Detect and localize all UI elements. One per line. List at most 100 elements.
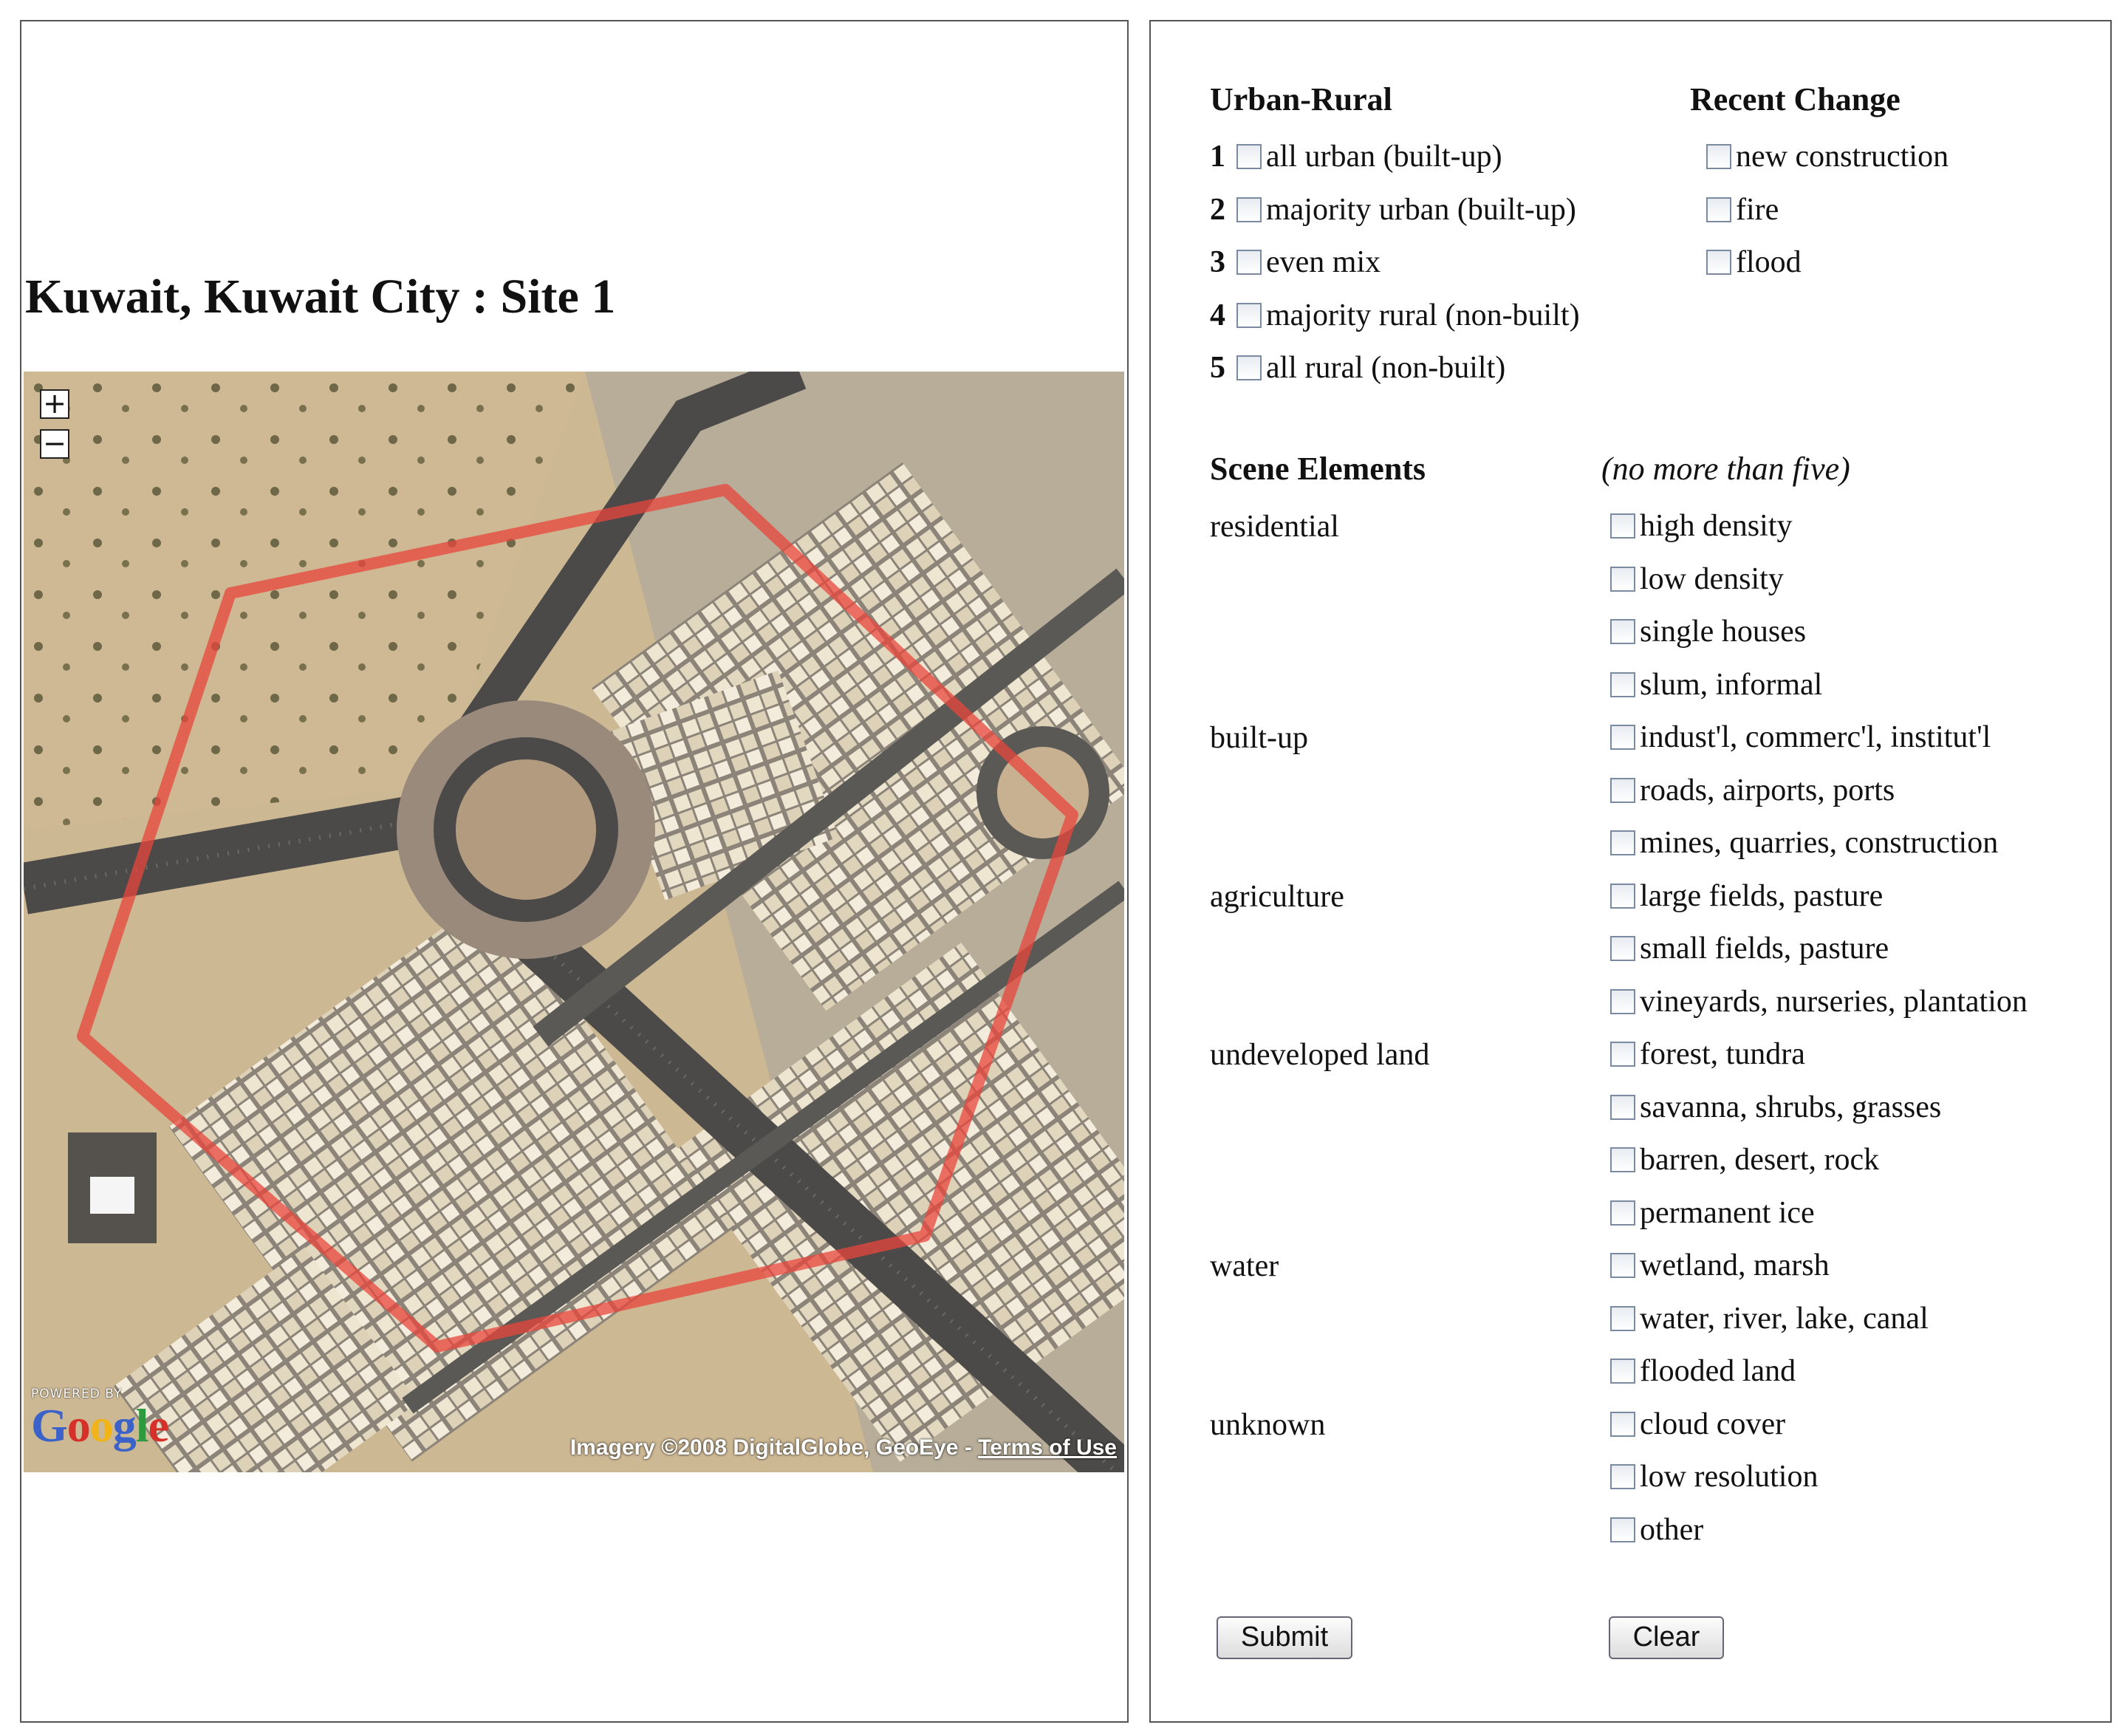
scene-element-checkbox[interactable] — [1610, 1147, 1635, 1172]
urban-rural-option[interactable]: 2 majority urban (built-up) — [1210, 190, 1576, 230]
imagery-attribution: Imagery ©2008 DigitalGlobe, GeoEye - Ter… — [570, 1435, 1117, 1460]
scene-element-option[interactable]: roads, airports, ports — [1610, 770, 1895, 810]
option-label: all urban (built-up) — [1266, 140, 1502, 174]
scene-element-checkbox[interactable] — [1610, 1359, 1635, 1384]
option-label: majority urban (built-up) — [1266, 192, 1576, 227]
scene-element-checkbox[interactable] — [1610, 988, 1635, 1014]
scene-elements-note: (no more than five) — [1601, 451, 1850, 487]
recent-change-option-fire[interactable]: fire — [1706, 190, 1779, 230]
option-label: low density — [1640, 561, 1784, 596]
urban-rural-heading: Urban-Rural — [1210, 81, 1392, 117]
urban-rural-checkbox[interactable] — [1236, 355, 1262, 380]
scene-elements-heading: Scene Elements — [1210, 451, 1426, 487]
google-logo: POWERED BY Google — [31, 1387, 179, 1460]
classification-form: Urban-Rural 1 all urban (built-up) 2 majorit… — [1149, 20, 2112, 1723]
scene-element-option[interactable]: single houses — [1610, 612, 1806, 652]
category-label-unknown: unknown — [1210, 1407, 1326, 1442]
option-label: all rural (non-built) — [1266, 351, 1506, 385]
scene-element-option[interactable]: low resolution — [1610, 1457, 1818, 1497]
scene-element-option[interactable]: small fields, pasture — [1610, 929, 1889, 968]
scene-element-option[interactable]: other — [1610, 1510, 1703, 1550]
scene-element-checkbox[interactable] — [1610, 1042, 1635, 1067]
scene-element-checkbox[interactable] — [1610, 1411, 1635, 1437]
satellite-map[interactable]: + − POWERED BY Google Imagery ©2008 Digi… — [24, 372, 1124, 1472]
option-label: permanent ice — [1640, 1195, 1815, 1230]
category-label-undeveloped-land: undeveloped land — [1210, 1038, 1430, 1072]
urban-rural-option[interactable]: 5 all rural (non-built) — [1210, 348, 1505, 388]
scene-element-option[interactable]: low density — [1610, 559, 1784, 599]
scene-element-option[interactable]: forest, tundra — [1610, 1034, 1805, 1074]
urban-rural-option[interactable]: 3 even mix — [1210, 242, 1381, 282]
logo-letter: o — [89, 1399, 114, 1452]
urban-rural-checkbox[interactable] — [1236, 144, 1262, 169]
option-label: fire — [1736, 192, 1779, 227]
scene-element-checkbox[interactable] — [1610, 1464, 1635, 1489]
category-label-water: water — [1210, 1249, 1279, 1283]
logo-letter: e — [148, 1399, 169, 1452]
scene-element-checkbox[interactable] — [1610, 1305, 1635, 1331]
scene-element-option[interactable]: wetland, marsh — [1610, 1245, 1830, 1285]
recent-change-checkbox[interactable] — [1706, 144, 1731, 169]
scene-element-option[interactable]: slum, informal — [1610, 665, 1822, 705]
scene-element-checkbox[interactable] — [1610, 883, 1635, 909]
scene-element-option[interactable]: water, river, lake, canal — [1610, 1299, 1929, 1339]
category-label-agriculture: agriculture — [1210, 879, 1344, 914]
scene-element-checkbox[interactable] — [1610, 1253, 1635, 1278]
urban-rural-option[interactable]: 4 majority rural (non-built) — [1210, 295, 1580, 335]
scene-element-checkbox[interactable] — [1610, 671, 1635, 697]
option-label: majority rural (non-built) — [1266, 298, 1580, 332]
option-label: low resolution — [1640, 1460, 1819, 1494]
scene-element-checkbox[interactable] — [1610, 725, 1635, 750]
logo-letter: g — [112, 1399, 137, 1452]
urban-rural-checkbox[interactable] — [1236, 302, 1262, 328]
zoom-out-button[interactable]: − — [40, 429, 69, 459]
urban-rural-option[interactable]: 1 all urban (built-up) — [1210, 137, 1502, 177]
scene-element-option[interactable]: barren, desert, rock — [1610, 1140, 1879, 1180]
recent-change-checkbox[interactable] — [1706, 197, 1731, 222]
recent-change-option-flood[interactable]: flood — [1706, 242, 1802, 282]
option-number: 5 — [1210, 351, 1225, 385]
recent-change-checkbox[interactable] — [1706, 250, 1731, 275]
logo-letter: G — [31, 1399, 68, 1452]
scene-element-option[interactable]: mines, quarries, construction — [1610, 823, 1998, 863]
option-label: high density — [1640, 509, 1793, 543]
scene-element-option[interactable]: indust'l, commerc'l, institut'l — [1610, 717, 1991, 757]
category-label-built-up: built-up — [1210, 721, 1308, 755]
recent-change-option-new-construction[interactable]: new construction — [1706, 137, 1949, 177]
submit-button[interactable]: Submit — [1217, 1616, 1352, 1659]
scene-element-option[interactable]: savanna, shrubs, grasses — [1610, 1087, 1941, 1127]
scene-element-option[interactable]: cloud cover — [1610, 1404, 1785, 1444]
scene-element-option[interactable]: vineyards, nurseries, plantation — [1610, 982, 2028, 1022]
scene-element-checkbox[interactable] — [1610, 1517, 1635, 1542]
scene-element-checkbox[interactable] — [1610, 1094, 1635, 1120]
map-panel: Kuwait, Kuwait City : Site 1 + − POWERED… — [20, 20, 1129, 1723]
scene-element-option[interactable]: permanent ice — [1610, 1193, 1815, 1233]
option-label: roads, airports, ports — [1640, 773, 1895, 807]
urban-rural-checkbox[interactable] — [1236, 197, 1262, 222]
scene-element-checkbox[interactable] — [1610, 936, 1635, 961]
terms-of-use-link[interactable]: Terms of Use — [978, 1435, 1117, 1460]
scene-element-checkbox[interactable] — [1610, 1200, 1635, 1226]
scene-element-checkbox[interactable] — [1610, 513, 1635, 539]
option-label: large fields, pasture — [1640, 878, 1884, 913]
scene-element-checkbox[interactable] — [1610, 566, 1635, 592]
scene-element-checkbox[interactable] — [1610, 619, 1635, 644]
urban-rural-checkbox[interactable] — [1236, 250, 1262, 275]
clear-button[interactable]: Clear — [1609, 1616, 1724, 1659]
option-label: new construction — [1736, 140, 1949, 174]
recent-change-heading: Recent Change — [1690, 81, 1901, 117]
zoom-in-button[interactable]: + — [40, 389, 69, 419]
page-title: Kuwait, Kuwait City : Site 1 — [25, 270, 616, 324]
logo-letter: l — [135, 1399, 149, 1452]
scene-element-option[interactable]: high density — [1610, 506, 1793, 546]
scene-element-option[interactable]: large fields, pasture — [1610, 876, 1883, 916]
scene-element-checkbox[interactable] — [1610, 830, 1635, 855]
option-label: single houses — [1640, 615, 1807, 649]
scene-element-option[interactable]: flooded land — [1610, 1351, 1796, 1391]
scene-element-checkbox[interactable] — [1610, 777, 1635, 803]
option-label: slum, informal — [1640, 667, 1823, 702]
option-label: flood — [1736, 245, 1802, 279]
google-wordmark: Google — [31, 1398, 169, 1453]
logo-letter: o — [66, 1399, 91, 1452]
satellite-imagery — [24, 372, 1124, 1472]
